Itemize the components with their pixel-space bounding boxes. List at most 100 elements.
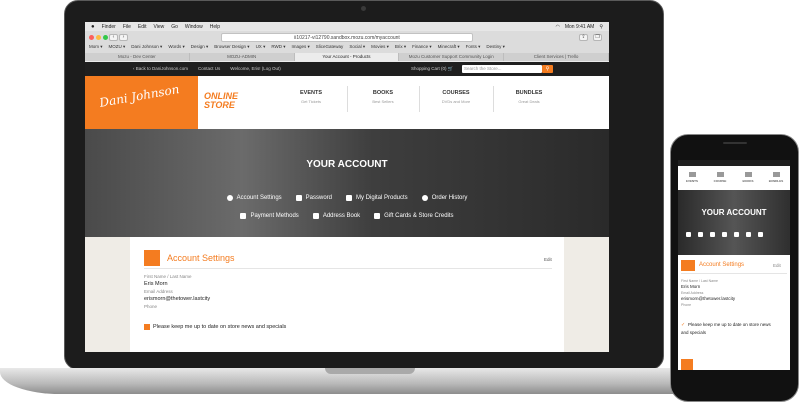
tab-dev-center[interactable]: Mozu - Dev Center [85,53,190,61]
tab-your-account[interactable]: Your Account - Products [294,53,400,61]
phone-nav-events[interactable]: EVENTS [678,166,706,190]
menu-window[interactable]: Window [185,24,203,30]
bookmarks-bar: Mom ▾ MOZU ▾ Dani Johnson ▾ Words ▾ Desi… [89,44,605,52]
clock[interactable]: Mon 9:41 AM [565,24,594,30]
link-label: Password [305,195,332,201]
phone-edit-link[interactable]: Edit [773,263,781,268]
phone-page-title: YOUR ACCOUNT [701,208,767,217]
logo-block[interactable]: Dani Johnson [85,76,198,129]
checkmark-icon[interactable]: ✓ [681,322,685,328]
apple-icon[interactable]: ● [91,24,95,30]
topbar-links: ‹ Back to DaniJohnson.com Contact Us Wel… [133,62,281,76]
nav-title: BUNDLES [515,90,543,96]
menu-go[interactable]: Go [171,24,178,30]
address-book-link[interactable]: Address Book [312,213,361,219]
nav-courses[interactable]: COURSES DVDs and More [416,90,496,104]
bookmark-item[interactable]: UX ▾ [256,44,266,52]
account-settings-link[interactable]: Account Settings [226,195,282,201]
phone-nav-bundles[interactable]: BUNDLES [762,166,790,190]
bookmark-item[interactable]: Social ▾ [349,44,365,52]
bookmark-item[interactable]: Minecraft ▾ [438,44,460,52]
lock-icon [295,195,302,201]
wifi-icon[interactable]: ◠ [555,24,559,30]
order-history-link[interactable]: Order History [421,195,467,201]
section-title: Account Settings [167,253,235,263]
bookmark-item[interactable]: Design ▾ [191,44,209,52]
nav-subtitle: Get Tickets [300,99,321,104]
history-icon[interactable] [722,232,727,237]
site-topbar: ‹ Back to DaniJohnson.com Contact Us Wel… [85,62,609,76]
search-icon[interactable]: ⚲ [599,24,603,30]
laptop-notch [325,368,415,374]
home-icon[interactable] [746,232,751,237]
welcome-logout-link[interactable]: Welcome, Eris! (Log Out) [230,62,280,76]
menu-view[interactable]: View [154,24,165,30]
nav-bundles[interactable]: BUNDLES Great Deals [489,90,569,104]
menu-file[interactable]: File [123,24,131,30]
back-button[interactable]: ‹ [109,34,118,41]
credit-card-icon[interactable] [734,232,739,237]
nav-subtitle: DVDs and More [441,99,471,104]
phone-account-icons [686,232,763,237]
minimize-window-button[interactable] [96,35,101,40]
digital-products-link[interactable]: My Digital Products [346,195,408,201]
bookmark-item[interactable]: Movies ▾ [371,44,389,52]
cart-label: Shopping Cart (0) [411,66,447,71]
bookmark-item[interactable]: Words ▾ [168,44,184,52]
phone-hero: YOUR ACCOUNT [678,190,790,255]
history-icon [421,195,428,201]
user-icon[interactable] [686,232,691,237]
nav-title: BOOKS [372,90,394,96]
gift-cards-link[interactable]: Gift Cards & Store Credits [374,213,454,219]
search-button[interactable]: ⚲ [542,65,553,73]
bookmark-item[interactable]: Destiny ▾ [486,44,505,52]
bookmark-item[interactable]: Browser Design ▾ [214,44,249,52]
nav-label: COURSE [713,179,727,183]
phone-nav-books[interactable]: BOOKS [734,166,762,190]
newsletter-checkbox[interactable] [144,324,150,330]
bookmark-item[interactable]: Brix ▾ [395,44,406,52]
gift-card-icon[interactable] [758,232,763,237]
bookmark-item[interactable]: Images ▾ [292,44,310,52]
menu-edit[interactable]: Edit [138,24,147,30]
link-label: Address Book [322,213,361,219]
nav-books[interactable]: BOOKS Best Sellers [343,90,423,104]
phone-nav-course[interactable]: COURSE [706,166,734,190]
nav-subtitle: Great Deals [518,99,540,104]
user-icon [226,195,233,201]
forward-button[interactable]: › [119,34,128,41]
name-value: Eris Morn [681,284,701,289]
menu-help[interactable]: Help [210,24,220,30]
bookmark-item[interactable]: RWD ▾ [271,44,285,52]
box-icon[interactable] [710,232,715,237]
gift-card-icon [374,213,381,219]
store-search-input[interactable]: Search the Store... [462,65,542,73]
url-bar[interactable]: ii10217-vi12790.sandbox.mozu.com/myaccou… [221,33,473,42]
share-icon[interactable]: ⇪ [579,34,588,41]
close-window-button[interactable] [89,35,94,40]
bookmark-item[interactable]: Fonts ▾ [466,44,481,52]
lock-icon[interactable] [698,232,703,237]
bookmark-item[interactable]: SliceGateway [316,44,344,52]
contact-link[interactable]: Contact Us [198,62,220,76]
menu-finder[interactable]: Finder [102,24,116,30]
back-to-site-link[interactable]: ‹ Back to DaniJohnson.com [133,62,188,76]
edit-link[interactable]: Edit [544,257,552,262]
bookmark-item[interactable]: Dani Johnson ▾ [131,44,162,52]
tabs-icon[interactable]: ❐ [593,34,602,41]
zoom-window-button[interactable] [103,35,108,40]
bookmark-item[interactable]: Mom ▾ [89,44,103,52]
bookmark-item[interactable]: Finance ▾ [412,44,432,52]
phone-section-title: Account Settings [699,262,745,268]
payment-methods-link[interactable]: Payment Methods [240,213,299,219]
nav-events[interactable]: EVENTS Get Tickets [271,90,351,104]
email-value: erismorn@thetower.lastcity [681,296,736,301]
tab-support-login[interactable]: Mozu Customer Support Community Login [399,53,505,61]
nav-subtitle: Best Sellers [372,99,394,104]
tab-mozu-admin[interactable]: MOZU-ADMIN [189,53,295,61]
password-link[interactable]: Password [295,195,332,201]
tab-trello[interactable]: Client Services | Trello [504,53,609,61]
bookmark-item[interactable]: MOZU ▾ [109,44,126,52]
phone-label: Phone [144,304,158,309]
shopping-cart-link[interactable]: Shopping Cart (0) 🛒 [411,62,453,76]
